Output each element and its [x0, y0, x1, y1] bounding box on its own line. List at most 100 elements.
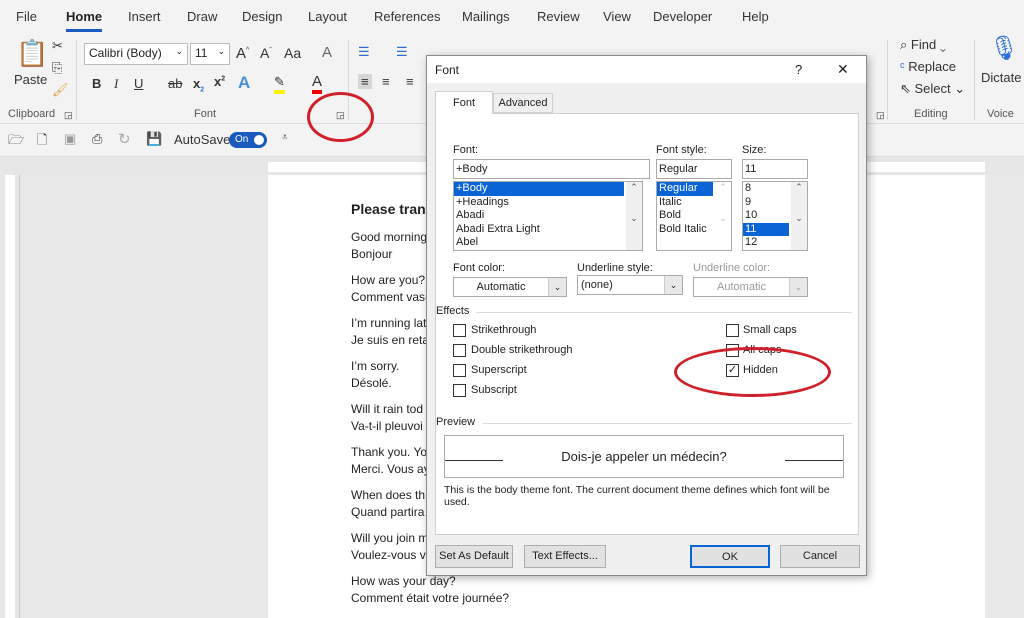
list-item[interactable]: Regular	[657, 182, 713, 196]
font-label: Font:	[453, 144, 479, 156]
autosave-toggle[interactable]: On	[229, 132, 267, 148]
document-line: Comment vas-	[351, 290, 430, 304]
find-button[interactable]: ⌕ Find ⌄	[900, 37, 946, 53]
tab-advanced[interactable]: Advanced	[493, 93, 553, 113]
styles-launcher-icon[interactable]: ◲	[876, 110, 885, 121]
underline-style-dropdown[interactable]: (none) ⌄	[577, 275, 683, 295]
tab-file[interactable]: File	[16, 9, 37, 24]
list-item[interactable]: +Body	[454, 182, 624, 196]
ok-button[interactable]: OK	[690, 545, 770, 568]
print-preview-icon[interactable]: ⎙	[92, 131, 102, 147]
dialog-title: Font	[435, 63, 460, 77]
align-left-icon[interactable]: ≡	[358, 74, 372, 89]
italic-button[interactable]: I	[114, 76, 118, 92]
tab-draw[interactable]: Draw	[187, 9, 217, 24]
open-icon[interactable]: 🗁	[8, 131, 24, 153]
strikethrough-button[interactable]: ab	[168, 76, 182, 91]
paste-button[interactable]: Paste	[14, 72, 47, 87]
save-icon[interactable]: 💾	[146, 131, 162, 147]
checkbox-subscript[interactable]	[453, 384, 466, 397]
tab-layout[interactable]: Layout	[308, 9, 347, 24]
size-list[interactable]: 8 9 10 11 12 ⌃ ⌄	[742, 181, 808, 251]
tab-review[interactable]: Review	[537, 9, 580, 24]
tab-mailings[interactable]: Mailings	[462, 9, 510, 24]
underline-button[interactable]: U	[134, 76, 143, 91]
tab-references[interactable]: References	[374, 9, 440, 24]
list-item[interactable]: 12	[743, 236, 789, 250]
copy-icon[interactable]: ⎘	[52, 60, 62, 76]
vertical-ruler[interactable]	[0, 175, 20, 618]
checkbox-strikethrough[interactable]	[453, 324, 466, 337]
cancel-button[interactable]: Cancel	[780, 545, 860, 568]
help-button[interactable]: ?	[795, 62, 802, 77]
menu-bar: File Home Insert Draw Design Layout Refe…	[0, 0, 1024, 34]
font-list[interactable]: +Body +Headings Abadi Abadi Extra Light Abel…	[453, 181, 643, 251]
list-item[interactable]: 11	[743, 222, 789, 236]
list-item[interactable]: 10	[743, 209, 789, 223]
align-center-icon[interactable]: ≡	[382, 74, 390, 89]
font-color-dropdown[interactable]: Automatic ⌄	[453, 277, 567, 297]
bullets-icon[interactable]: ☰	[358, 44, 370, 60]
subscript-icon[interactable]: x2	[193, 76, 204, 94]
replace-button[interactable]: ᶜ Replace	[900, 59, 956, 74]
font-name-box[interactable]: Calibri (Body) ⌄	[84, 43, 188, 65]
tab-insert[interactable]: Insert	[128, 9, 161, 24]
superscript-icon[interactable]: x2	[214, 74, 225, 89]
font-tab-panel: Font: +Body +Body +Headings Abadi Abadi Ext…	[435, 113, 859, 535]
preview-note: This is the body theme font. The current…	[444, 484, 830, 508]
font-list-scrollbar[interactable]: ⌃ ⌄	[626, 182, 642, 250]
tab-view[interactable]: View	[603, 9, 631, 24]
effects-label: Effects	[436, 305, 470, 317]
font-style-list[interactable]: Regular Italic Bold Bold Italic ⌃ ⌄	[656, 181, 732, 251]
font-group-label: Font	[194, 108, 217, 120]
format-painter-icon[interactable]: 🖌	[52, 82, 69, 98]
select-button[interactable]: ⇖ Select ⌄	[900, 81, 965, 97]
grow-font-icon[interactable]: A^	[236, 45, 249, 62]
size-input[interactable]: 11	[742, 159, 808, 179]
text-effects-icon[interactable]: A	[238, 73, 250, 93]
font-size-box[interactable]: 11 ⌄	[190, 43, 230, 65]
font-color-icon[interactable]: A	[312, 73, 323, 94]
clear-formatting-icon[interactable]: A	[322, 44, 332, 61]
cut-icon[interactable]: ✂	[52, 38, 63, 54]
document-line: Désolé.	[351, 376, 392, 390]
tab-font[interactable]: Font	[435, 91, 493, 114]
redo-icon[interactable]: ↻	[118, 130, 131, 148]
bold-button[interactable]: B	[92, 76, 101, 91]
list-item[interactable]: Italic	[657, 196, 713, 210]
tab-developer[interactable]: Developer	[653, 9, 712, 24]
numbering-icon[interactable]: ☰	[396, 44, 408, 60]
list-item[interactable]: Abel	[454, 236, 624, 250]
checkbox-double-strikethrough[interactable]	[453, 344, 466, 357]
shrink-font-icon[interactable]: Aˇ	[260, 45, 272, 61]
list-item[interactable]: +Headings	[454, 196, 624, 210]
list-item[interactable]: Bold	[657, 209, 713, 223]
new-document-icon[interactable]: 🗋	[37, 131, 47, 153]
paste-icon[interactable]: 📋	[16, 38, 48, 69]
list-item[interactable]: 8	[743, 182, 789, 196]
tab-design[interactable]: Design	[242, 9, 282, 24]
checkbox-small-caps[interactable]	[726, 324, 739, 337]
editing-group-label: Editing	[914, 108, 948, 120]
highlight-icon[interactable]: ✎	[274, 74, 285, 94]
list-item[interactable]: 9	[743, 196, 789, 210]
list-item[interactable]: Bold Italic	[657, 223, 713, 237]
dictate-button[interactable]: Dictate	[981, 70, 1021, 85]
microphone-icon[interactable]: 🎙	[989, 34, 1019, 63]
list-item[interactable]: Abadi	[454, 209, 624, 223]
checkbox-superscript[interactable]	[453, 364, 466, 377]
font-input[interactable]: +Body	[453, 159, 650, 179]
close-button[interactable]: ✕	[837, 61, 849, 78]
font-style-input[interactable]: Regular	[656, 159, 732, 179]
contact-icon[interactable]: ▣	[64, 131, 76, 147]
tab-home[interactable]: Home	[66, 9, 103, 32]
clipboard-launcher-icon[interactable]: ◲	[64, 110, 73, 121]
tab-help[interactable]: Help	[742, 9, 769, 24]
set-as-default-button[interactable]: Set As Default	[435, 545, 513, 568]
text-effects-button[interactable]: Text Effects...	[524, 545, 606, 568]
align-right-icon[interactable]: ≡	[406, 74, 414, 89]
list-item[interactable]: Abadi Extra Light	[454, 223, 624, 237]
change-case-button[interactable]: Aa	[284, 45, 301, 61]
customize-qat-icon[interactable]: ⩡	[282, 132, 288, 143]
font-dialog: Font ? ✕ Font Advanced Font: +Body +Body…	[426, 55, 867, 576]
